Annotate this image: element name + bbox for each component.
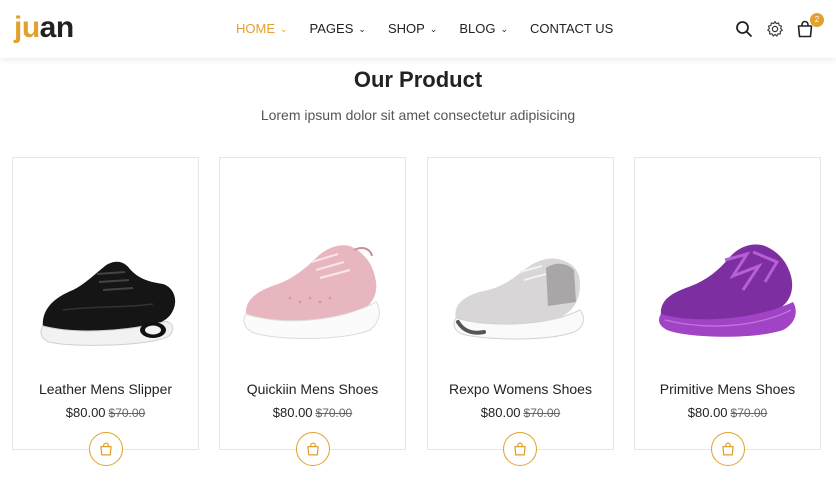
product-price: $80.00 <box>272 405 313 420</box>
nav-item-label: BLOG <box>459 21 496 36</box>
product-price-row: $80.00 $70.00 <box>635 405 820 420</box>
product-old-price: $70.00 <box>730 406 768 420</box>
add-to-cart-button[interactable] <box>711 432 745 466</box>
shopping-bag-icon <box>722 442 734 456</box>
product-old-price: $70.00 <box>523 406 561 420</box>
add-to-cart-button[interactable] <box>503 432 537 466</box>
shopping-bag-icon <box>307 442 319 456</box>
gear-icon[interactable] <box>766 20 784 38</box>
chevron-down-icon: ⌄ <box>500 24 508 34</box>
nav-item-home[interactable]: HOME ⌄ <box>236 21 288 36</box>
chevron-down-icon: ⌄ <box>429 24 438 34</box>
add-to-cart-button[interactable] <box>89 432 123 466</box>
product-price-row: $80.00 $70.00 <box>220 405 405 420</box>
product-price: $80.00 <box>65 405 106 420</box>
search-icon[interactable] <box>735 20 753 38</box>
nav-item-contact[interactable]: CONTACT US <box>530 21 613 36</box>
logo[interactable]: juan <box>14 12 74 44</box>
product-card[interactable]: Leather Mens Slipper $80.00 $70.00 <box>12 157 199 450</box>
shopping-bag-icon <box>514 442 526 456</box>
site-header: juan HOME ⌄ PAGES ⌄ SHOP ⌄ BLOG ⌄ CONTACT US… <box>0 0 836 58</box>
nav-item-label: SHOP <box>387 21 425 36</box>
product-image-grey-sneaker[interactable] <box>428 198 613 368</box>
section-title: Our Product <box>353 67 483 92</box>
nav-item-label: PAGES <box>309 21 354 36</box>
nav-item-label: CONTACT US <box>530 21 614 36</box>
main-nav: HOME ⌄ PAGES ⌄ SHOP ⌄ BLOG ⌄ CONTACT US <box>236 21 613 36</box>
product-old-price: $70.00 <box>315 406 353 420</box>
add-to-cart-button[interactable] <box>296 432 330 466</box>
product-price-row: $80.00 $70.00 <box>428 405 613 420</box>
chevron-down-icon: ⌄ <box>358 24 366 34</box>
product-card[interactable]: Quickiin Mens Shoes $80.00 $70.00 <box>219 157 406 450</box>
product-image-black-sneaker[interactable] <box>13 198 198 368</box>
product-name[interactable]: Quickiin Mens Shoes <box>220 381 405 397</box>
nav-item-blog[interactable]: BLOG ⌄ <box>459 21 508 36</box>
product-name[interactable]: Rexpo Womens Shoes <box>428 381 613 397</box>
product-price: $80.00 <box>480 405 521 420</box>
nav-item-shop[interactable]: SHOP ⌄ <box>388 21 437 36</box>
product-card[interactable]: Rexpo Womens Shoes $80.00 $70.00 <box>427 157 614 450</box>
product-name[interactable]: Primitive Mens Shoes <box>635 381 820 397</box>
product-price-row: $80.00 $70.00 <box>13 405 198 420</box>
product-old-price: $70.00 <box>108 406 146 420</box>
logo-part-an: an <box>39 11 75 44</box>
nav-item-label: HOME <box>236 21 275 36</box>
chevron-down-icon: ⌄ <box>280 24 288 34</box>
product-name[interactable]: Leather Mens Slipper <box>13 381 198 397</box>
logo-part-ju: ju <box>14 11 40 44</box>
product-price: $80.00 <box>687 405 728 420</box>
cart-count-badge: 2 <box>810 13 824 27</box>
product-image-purple-sneaker[interactable] <box>635 198 820 368</box>
shopping-bag-icon <box>100 442 112 456</box>
nav-item-pages[interactable]: PAGES ⌄ <box>310 21 366 36</box>
product-image-pink-sneaker[interactable] <box>220 198 405 368</box>
product-card[interactable]: Primitive Mens Shoes $80.00 $70.00 <box>634 157 821 450</box>
section-subtitle: Lorem ipsum dolor sit amet consectetur a… <box>260 107 576 123</box>
